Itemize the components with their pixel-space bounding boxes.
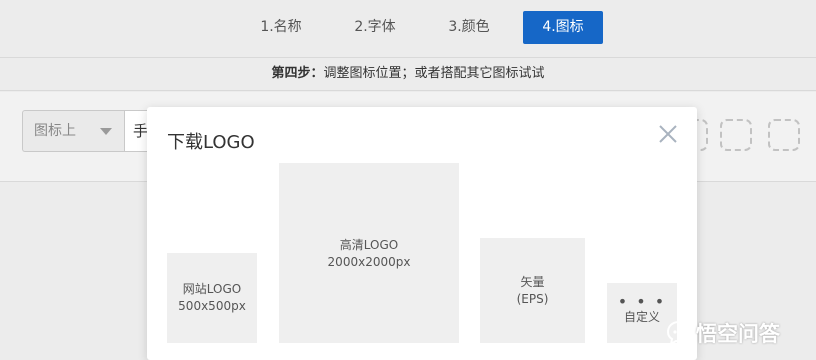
option-size: 500x500px <box>178 299 246 313</box>
option-name: 矢量 <box>520 274 545 289</box>
step-hint-text: 调整图标位置；或者搭配其它图标试试 <box>323 66 545 81</box>
more-icon: • • • <box>617 291 667 311</box>
step-bar: 1.名称 2.字体 3.颜色 4.图标 <box>0 0 816 58</box>
option-size: (EPS) <box>516 291 549 306</box>
download-website-logo-button[interactable]: 网站LOGO 500x500px <box>167 253 257 343</box>
option-size: 2000x2000px <box>327 255 411 269</box>
icon-slot-2[interactable] <box>720 119 752 151</box>
text-input-value: 手 <box>133 122 149 140</box>
watermark: 悟空问答 <box>666 313 816 353</box>
option-name: 自定义 <box>623 309 660 324</box>
dialog-title: 下载LOGO <box>167 132 255 153</box>
watermark-text: 悟空问答 <box>696 322 780 346</box>
tab-step-1-name[interactable]: 1.名称 <box>241 11 321 44</box>
download-vector-logo-button[interactable]: 矢量 (EPS) <box>480 238 585 343</box>
tab-step-2-font[interactable]: 2.字体 <box>335 11 415 44</box>
step-hint-strong: 第四步： <box>271 66 324 81</box>
tab-step-4-icon[interactable]: 4.图标 <box>523 11 603 44</box>
chat-bubble-icon <box>666 320 692 346</box>
chevron-down-icon <box>100 128 112 135</box>
option-name: 高清LOGO <box>339 238 399 252</box>
download-hd-logo-button[interactable]: 高清LOGO 2000x2000px <box>279 163 459 343</box>
close-icon[interactable] <box>658 124 678 144</box>
tab-step-3-color[interactable]: 3.颜色 <box>429 11 509 44</box>
step-hint: 第四步：调整图标位置；或者搭配其它图标试试 <box>0 58 816 91</box>
download-logo-dialog: 下载LOGO 网站LOGO 500x500px 高清LOGO 2000x2000… <box>147 107 697 360</box>
icon-position-value: 图标上 <box>34 123 76 139</box>
icon-position-select[interactable]: 图标上 <box>22 110 124 152</box>
icon-slot-3[interactable] <box>768 119 800 151</box>
option-name: 网站LOGO <box>182 282 242 296</box>
